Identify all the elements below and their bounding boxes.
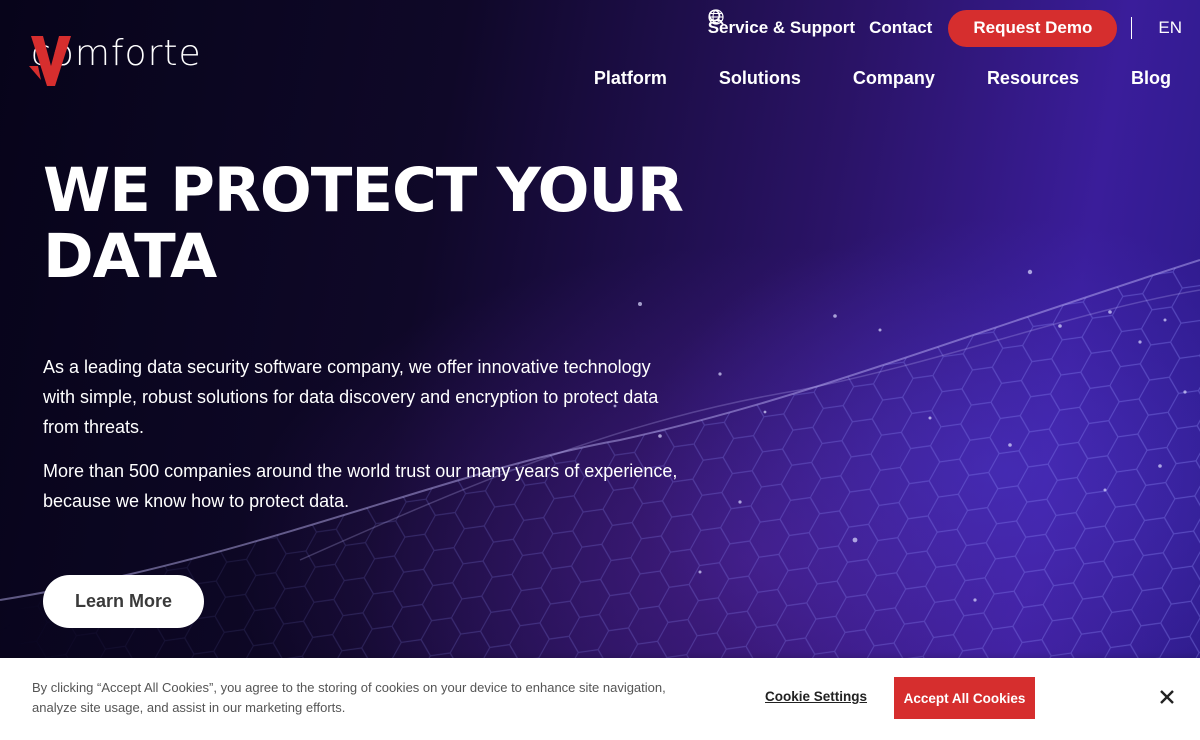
- hero-headline: WE PROTECT YOUR DATA: [43, 158, 703, 290]
- hero-paragraph-2: More than 500 companies around the world…: [43, 461, 678, 511]
- nav-item-company[interactable]: Company: [853, 68, 935, 89]
- nav-item-platform[interactable]: Platform: [594, 68, 667, 89]
- nav-item-solutions[interactable]: Solutions: [719, 68, 801, 89]
- close-icon[interactable]: [1159, 689, 1175, 705]
- logo-mark-icon: [29, 36, 71, 86]
- cookie-banner-text: By clicking “Accept All Cookies”, you ag…: [32, 680, 666, 715]
- hero-headline-line1: WE PROTECT YOUR: [43, 155, 684, 226]
- hero-headline-line2: DATA: [43, 221, 217, 292]
- hero-paragraph-1: As a leading data security software comp…: [43, 357, 659, 437]
- cookie-settings-link[interactable]: Cookie Settings: [765, 689, 867, 704]
- service-support-link[interactable]: Service & Support: [708, 18, 855, 38]
- brand-logo[interactable]: comforte: [29, 36, 202, 86]
- utility-nav: Service & Support Contact Request Demo E…: [708, 9, 1200, 47]
- main-nav: Platform Solutions Company Resources Blo…: [542, 68, 1171, 89]
- request-demo-button[interactable]: Request Demo: [948, 9, 1118, 47]
- cookie-banner: By clicking “Accept All Cookies”, you ag…: [0, 658, 1200, 740]
- language-selector[interactable]: EN: [708, 9, 1182, 38]
- globe-icon: [708, 9, 724, 25]
- contact-link[interactable]: Contact: [869, 18, 932, 38]
- learn-more-button[interactable]: Learn More: [43, 575, 204, 628]
- nav-item-blog[interactable]: Blog: [1131, 68, 1171, 89]
- utility-divider: [1131, 17, 1133, 39]
- hero-section: comforte Service & Support Contact Reque…: [0, 0, 1200, 740]
- nav-item-resources[interactable]: Resources: [987, 68, 1079, 89]
- language-label: EN: [1158, 18, 1182, 37]
- accept-all-cookies-button[interactable]: Accept All Cookies: [894, 677, 1035, 719]
